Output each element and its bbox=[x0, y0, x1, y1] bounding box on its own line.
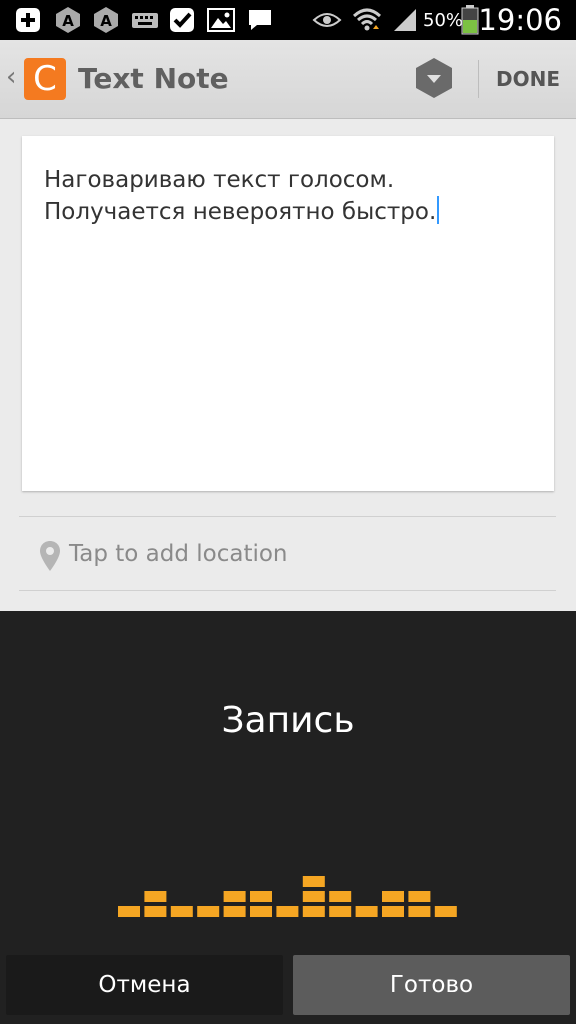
level-segment bbox=[302, 876, 325, 887]
check-icon bbox=[168, 6, 196, 34]
clock: 19:06 bbox=[478, 3, 562, 37]
battery-percent: 50% bbox=[423, 10, 464, 31]
message-icon bbox=[246, 6, 274, 34]
level-segment bbox=[329, 906, 352, 917]
cancel-button[interactable]: Отмена bbox=[6, 955, 283, 1015]
voice-input-panel: Запись Отмена Готово bbox=[0, 611, 576, 1024]
keyboard-icon bbox=[131, 6, 159, 34]
hexagon-dropdown-icon bbox=[416, 58, 452, 98]
app-logo[interactable]: C bbox=[24, 58, 66, 100]
level-segment bbox=[118, 906, 140, 917]
location-pin-icon bbox=[40, 541, 60, 571]
app-icon: A bbox=[54, 6, 82, 34]
text-cursor bbox=[437, 196, 440, 224]
note-text[interactable]: Наговариваю текст голосом. Получается не… bbox=[44, 164, 534, 228]
image-icon bbox=[206, 6, 236, 34]
level-segment bbox=[382, 891, 404, 902]
svg-text:A: A bbox=[100, 12, 112, 30]
signal-icon bbox=[392, 6, 418, 34]
eye-icon bbox=[312, 6, 342, 34]
done-recording-button[interactable]: Готово bbox=[293, 955, 570, 1015]
add-location-row[interactable]: Tap to add location bbox=[19, 518, 556, 591]
category-menu-button[interactable] bbox=[412, 56, 456, 100]
recording-title: Запись bbox=[221, 700, 355, 741]
action-bar: ‹ C Text Note DONE bbox=[0, 40, 576, 119]
battery-icon bbox=[460, 5, 480, 35]
level-segment bbox=[197, 906, 220, 917]
level-segment bbox=[250, 891, 272, 902]
page-title: Text Note bbox=[78, 62, 229, 95]
level-segment bbox=[250, 906, 272, 917]
level-segment bbox=[302, 906, 325, 917]
level-segment bbox=[355, 906, 378, 917]
level-segment bbox=[382, 906, 404, 917]
status-bar: A A 50% 19:06 bbox=[0, 0, 576, 40]
back-chevron-icon[interactable]: ‹ bbox=[6, 62, 16, 92]
svg-text:A: A bbox=[62, 12, 74, 30]
add-icon bbox=[14, 6, 42, 34]
done-button[interactable]: DONE bbox=[480, 40, 576, 118]
action-bar-divider bbox=[478, 60, 479, 98]
add-location-label: Tap to add location bbox=[69, 541, 288, 567]
level-segment bbox=[408, 906, 431, 917]
level-segment bbox=[223, 891, 246, 902]
level-segment bbox=[408, 891, 431, 902]
level-segment bbox=[329, 891, 352, 902]
level-segment bbox=[434, 906, 457, 917]
level-segment bbox=[144, 906, 167, 917]
app-icon: A bbox=[92, 6, 120, 34]
level-segment bbox=[302, 891, 325, 902]
level-segment bbox=[276, 906, 299, 917]
note-text-field[interactable]: Наговариваю текст голосом. Получается не… bbox=[22, 136, 554, 491]
level-segment bbox=[144, 891, 167, 902]
divider bbox=[19, 516, 556, 517]
wifi-icon bbox=[352, 6, 382, 34]
level-segment bbox=[223, 906, 246, 917]
audio-level-meter bbox=[118, 876, 457, 917]
note-body: Наговариваю текст голосом. Получается не… bbox=[44, 167, 437, 225]
divider bbox=[19, 590, 556, 591]
level-segment bbox=[170, 906, 193, 917]
note-editor: Наговариваю текст голосом. Получается не… bbox=[0, 119, 576, 611]
